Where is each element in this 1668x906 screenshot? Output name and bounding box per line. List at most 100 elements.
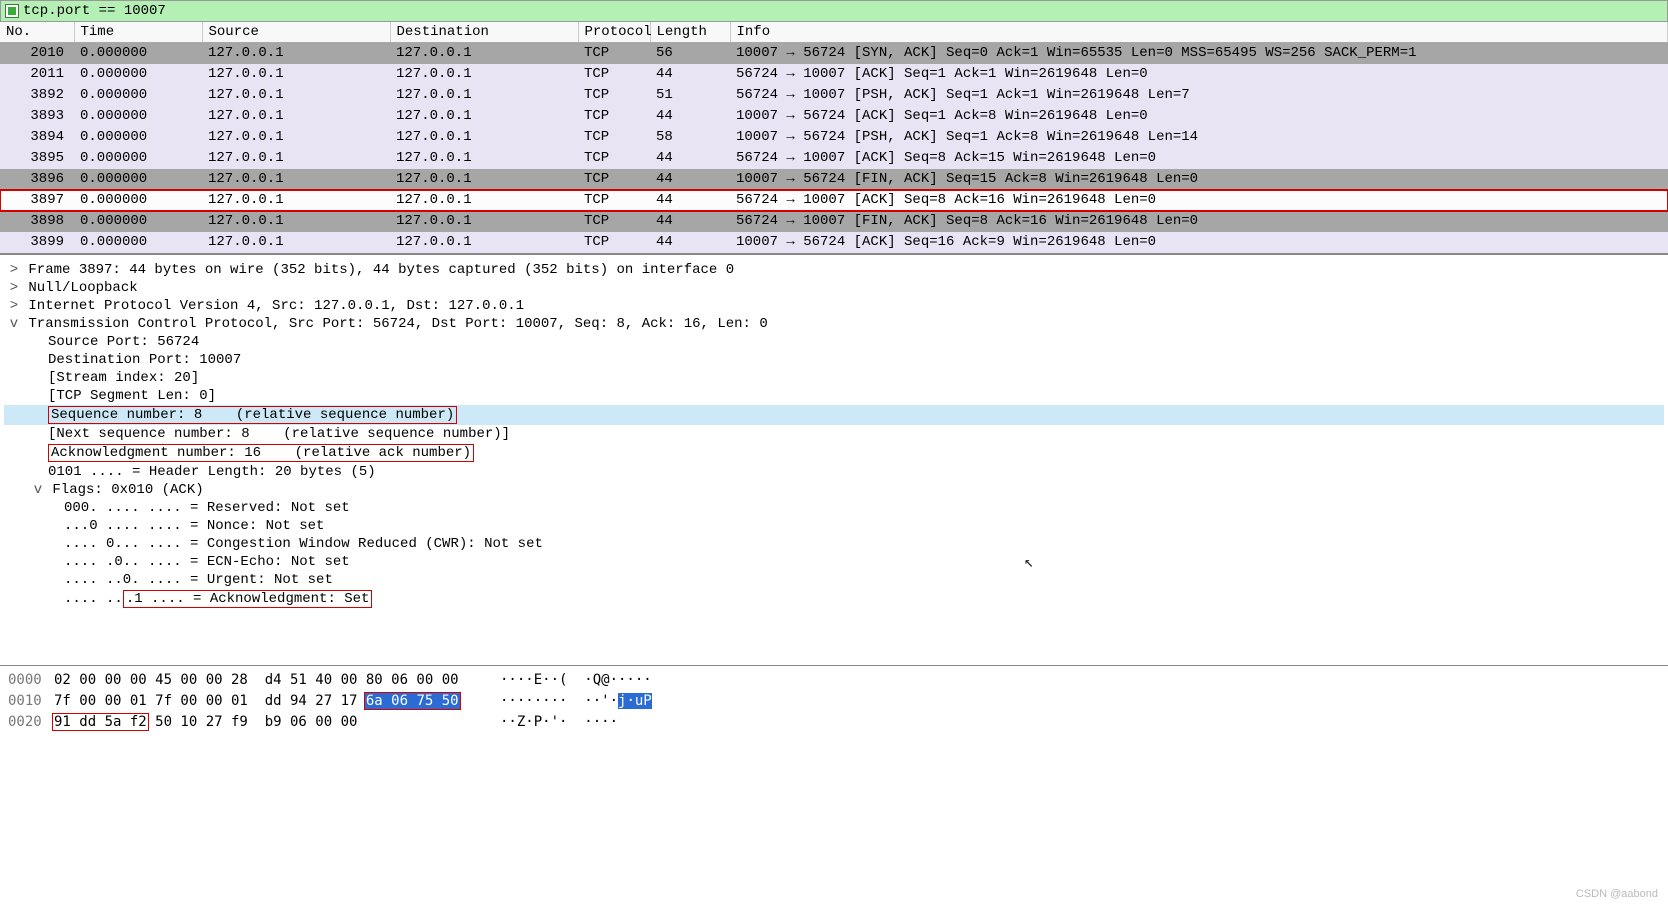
expand-icon[interactable]: > [8,298,20,314]
tree-hdrlen[interactable]: 0101 .... = Header Length: 20 bytes (5) [4,463,1664,481]
packet-row[interactable]: 38970.000000127.0.0.1127.0.0.1TCP4456724… [0,190,1668,211]
packet-cell: TCP [578,85,650,106]
tree-flag-urgent[interactable]: .... ..0. .... = Urgent: Not set [4,571,1664,589]
tree-frame[interactable]: > Frame 3897: 44 bytes on wire (352 bits… [4,261,1664,279]
packet-cell: 3896 [0,169,74,190]
packet-cell: TCP [578,148,650,169]
expand-icon[interactable]: > [8,262,20,278]
ack-highlight-box: Acknowledgment number: 16 (relative ack … [48,444,474,462]
packet-cell: 0.000000 [74,85,202,106]
packet-list-header[interactable]: No. Time Source Destination Protocol Len… [0,22,1668,43]
tree-flag-reserved[interactable]: 000. .... .... = Reserved: Not set [4,499,1664,517]
tree-flag-ecn[interactable]: .... .0.. .... = ECN-Echo: Not set [4,553,1664,571]
hex-highlight-bytes: 91 dd 5a f2 [52,713,149,731]
tree-ack[interactable]: Acknowledgment number: 16 (relative ack … [4,443,1664,463]
col-header-dest[interactable]: Destination [390,22,578,43]
flag-ack-bits-pre: .... .. [64,591,123,607]
packet-cell: TCP [578,64,650,85]
packet-cell: 127.0.0.1 [390,190,578,211]
collapse-icon[interactable]: v [32,482,44,498]
tree-flag-cwr[interactable]: .... 0... .... = Congestion Window Reduc… [4,535,1664,553]
col-header-length[interactable]: Length [650,22,730,43]
packet-cell: 127.0.0.1 [390,232,578,253]
collapse-icon[interactable]: v [8,316,20,332]
display-filter-bar[interactable] [0,0,1668,22]
tree-ip[interactable]: > Internet Protocol Version 4, Src: 127.… [4,297,1664,315]
packet-cell: 0.000000 [74,232,202,253]
packet-cell: 127.0.0.1 [202,85,390,106]
packet-cell: 10007 → 56724 [ACK] Seq=1 Ack=8 Win=2619… [730,106,1668,127]
packet-row[interactable]: 38940.000000127.0.0.1127.0.0.1TCP5810007… [0,127,1668,148]
packet-cell: 56724 → 10007 [ACK] Seq=8 Ack=16 Win=261… [730,190,1668,211]
packet-cell: TCP [578,106,650,127]
hex-bytes[interactable]: 02 00 00 00 45 00 00 28 d4 51 40 00 80 0… [54,672,494,688]
tree-null-label: Null/Loopback [28,280,137,296]
packet-row[interactable]: 20110.000000127.0.0.1127.0.0.1TCP4456724… [0,64,1668,85]
packet-cell: 0.000000 [74,190,202,211]
packet-cell: 10007 → 56724 [PSH, ACK] Seq=1 Ack=8 Win… [730,127,1668,148]
tree-seq[interactable]: Sequence number: 8 (relative sequence nu… [4,405,1664,425]
tree-flags[interactable]: v Flags: 0x010 (ACK) [4,481,1664,499]
tree-tcp[interactable]: v Transmission Control Protocol, Src Por… [4,315,1664,333]
expand-icon[interactable]: > [8,280,20,296]
packet-cell: 44 [650,169,730,190]
hex-ascii-part: ········ ··'· [500,693,618,709]
packet-row[interactable]: 20100.000000127.0.0.1127.0.0.1TCP5610007… [0,43,1668,64]
packet-bytes-pane[interactable]: 000002 00 00 00 45 00 00 28 d4 51 40 00 … [0,666,1668,741]
tree-flag-ack[interactable]: .... ...1 .... = Acknowledgment: Set [4,589,1664,609]
packet-row[interactable]: 38920.000000127.0.0.1127.0.0.1TCP5156724… [0,85,1668,106]
packet-cell: 127.0.0.1 [202,64,390,85]
packet-cell: 44 [650,232,730,253]
packet-row[interactable]: 38980.000000127.0.0.1127.0.0.1TCP4456724… [0,211,1668,232]
flag-ack-highlight-box: .1 .... = Acknowledgment: Set [123,590,373,608]
packet-list-pane[interactable]: No. Time Source Destination Protocol Len… [0,22,1668,254]
col-header-time[interactable]: Time [74,22,202,43]
packet-list-table[interactable]: No. Time Source Destination Protocol Len… [0,22,1668,253]
packet-details-pane[interactable]: > Frame 3897: 44 bytes on wire (352 bits… [0,254,1668,666]
hex-offset: 0010 [8,693,54,709]
packet-cell: 44 [650,106,730,127]
hex-row[interactable]: 000002 00 00 00 45 00 00 28 d4 51 40 00 … [8,672,1660,693]
hex-bytes[interactable]: 91 dd 5a f2 50 10 27 f9 b9 06 00 00 [54,714,494,730]
watermark: CSDN @aabond [1576,888,1658,900]
hex-row[interactable]: 00107f 00 00 01 7f 00 00 01 dd 94 27 17 … [8,693,1660,714]
tree-nextseq[interactable]: [Next sequence number: 8 (relative seque… [4,425,1664,443]
packet-cell: 127.0.0.1 [390,169,578,190]
tree-stream[interactable]: [Stream index: 20] [4,369,1664,387]
packet-row[interactable]: 38930.000000127.0.0.1127.0.0.1TCP4410007… [0,106,1668,127]
packet-cell: 127.0.0.1 [390,127,578,148]
packet-cell: 127.0.0.1 [390,85,578,106]
packet-cell: 3893 [0,106,74,127]
packet-cell: 0.000000 [74,169,202,190]
packet-cell: 2011 [0,64,74,85]
hex-ascii: ····E··( ·Q@····· [500,672,652,688]
packet-cell: 10007 → 56724 [ACK] Seq=16 Ack=9 Win=261… [730,232,1668,253]
packet-cell: 3897 [0,190,74,211]
col-header-info[interactable]: Info [730,22,1668,43]
packet-cell: 127.0.0.1 [390,43,578,64]
bookmark-icon[interactable] [5,4,19,18]
tree-flag-nonce[interactable]: ...0 .... .... = Nonce: Not set [4,517,1664,535]
tree-flags-label: Flags: 0x010 (ACK) [52,482,203,498]
packet-cell: TCP [578,43,650,64]
packet-cell: 0.000000 [74,211,202,232]
hex-row[interactable]: 002091 dd 5a f2 50 10 27 f9 b9 06 00 00·… [8,714,1660,735]
tree-srcport[interactable]: Source Port: 56724 [4,333,1664,351]
packet-cell: 44 [650,148,730,169]
packet-row[interactable]: 38950.000000127.0.0.1127.0.0.1TCP4456724… [0,148,1668,169]
packet-cell: 127.0.0.1 [202,106,390,127]
tree-dstport[interactable]: Destination Port: 10007 [4,351,1664,369]
packet-row[interactable]: 38990.000000127.0.0.1127.0.0.1TCP4410007… [0,232,1668,253]
tree-seglen[interactable]: [TCP Segment Len: 0] [4,387,1664,405]
hex-bytes[interactable]: 7f 00 00 01 7f 00 00 01 dd 94 27 17 6a 0… [54,693,494,709]
tree-null[interactable]: > Null/Loopback [4,279,1664,297]
packet-row[interactable]: 38960.000000127.0.0.1127.0.0.1TCP4410007… [0,169,1668,190]
col-header-source[interactable]: Source [202,22,390,43]
packet-cell: 0.000000 [74,106,202,127]
col-header-proto[interactable]: Protocol [578,22,650,43]
packet-cell: TCP [578,127,650,148]
packet-cell: 0.000000 [74,148,202,169]
display-filter-input[interactable] [23,3,1663,19]
col-header-no[interactable]: No. [0,22,74,43]
packet-cell: 3898 [0,211,74,232]
